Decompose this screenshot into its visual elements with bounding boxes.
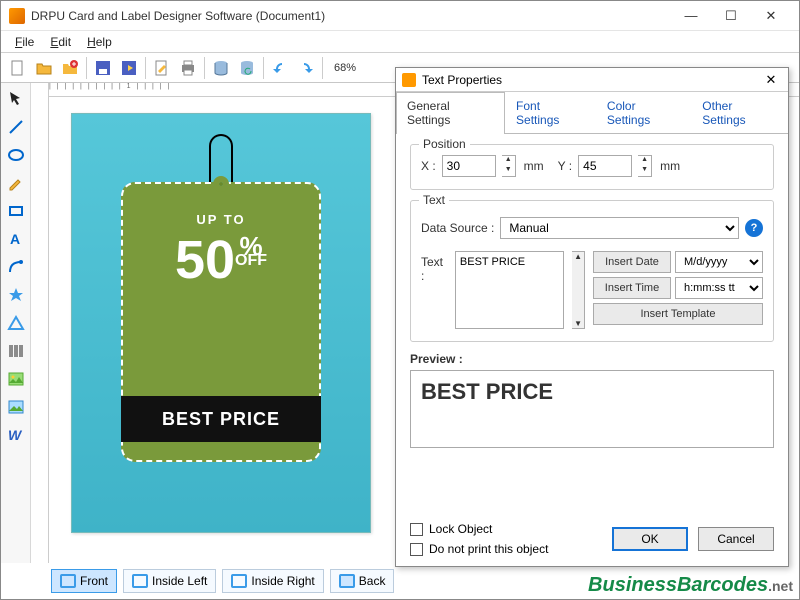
picture-tool-icon[interactable] <box>4 395 28 419</box>
rect-tool-icon[interactable] <box>4 199 28 223</box>
dialog-tabs: General Settings Font Settings Color Set… <box>396 92 788 134</box>
star-tool-icon[interactable] <box>4 283 28 307</box>
dialog-titlebar[interactable]: Text Properties ✕ <box>396 68 788 92</box>
tag-band: BEST PRICE <box>121 396 321 442</box>
pencil-tool-icon[interactable] <box>4 171 28 195</box>
undo-icon[interactable] <box>268 56 292 80</box>
y-spinner[interactable]: ▲▼ <box>638 155 652 177</box>
insert-template-button[interactable]: Insert Template <box>593 303 763 325</box>
do-not-print-checkbox[interactable]: Do not print this object <box>410 542 548 556</box>
image-tool-icon[interactable] <box>4 367 28 391</box>
page-tab-front[interactable]: Front <box>51 569 117 593</box>
text-properties-dialog: Text Properties ✕ General Settings Font … <box>395 67 789 567</box>
open-icon[interactable] <box>32 56 56 80</box>
edit-doc-icon[interactable] <box>150 56 174 80</box>
minimize-button[interactable]: — <box>671 2 711 30</box>
tab-other-settings[interactable]: Other Settings <box>691 92 788 133</box>
menu-file[interactable]: File <box>7 33 42 51</box>
database-icon[interactable] <box>209 56 233 80</box>
line-tool-icon[interactable] <box>4 115 28 139</box>
y-label: Y : <box>558 159 572 173</box>
preview-label: Preview : <box>410 352 774 366</box>
insert-date-button[interactable]: Insert Date <box>593 251 671 273</box>
text-tool-icon[interactable]: A <box>4 227 28 251</box>
left-tool-palette: A W <box>1 83 31 563</box>
page-tab-inside-right[interactable]: Inside Right <box>222 569 323 593</box>
page-tabs: Front Inside Left Inside Right Back <box>51 569 394 593</box>
tab-font-settings[interactable]: Font Settings <box>505 92 596 133</box>
position-legend: Position <box>419 137 470 151</box>
design-canvas[interactable]: UP TO 50%OFF BEST PRICE <box>71 113 371 533</box>
svg-text:A: A <box>10 231 20 247</box>
wordart-tool-icon[interactable]: W <box>4 423 28 447</box>
x-label: X : <box>421 159 436 173</box>
position-group: Position X : ▲▼ mm Y : ▲▼ mm <box>410 144 774 190</box>
print-icon[interactable] <box>176 56 200 80</box>
ok-button[interactable]: OK <box>612 527 688 551</box>
tab-general-settings[interactable]: General Settings <box>396 92 505 134</box>
arc-tool-icon[interactable] <box>4 255 28 279</box>
x-input[interactable] <box>442 155 496 177</box>
x-unit: mm <box>524 159 544 173</box>
window-titlebar: DRPU Card and Label Designer Software (D… <box>1 1 799 31</box>
time-format-select[interactable]: h:mm:ss tt <box>675 277 763 299</box>
page-tab-back[interactable]: Back <box>330 569 395 593</box>
app-icon <box>9 8 25 24</box>
preview-box: BEST PRICE <box>410 370 774 448</box>
barcode-tool-icon[interactable] <box>4 339 28 363</box>
text-group: Text Data Source : Manual ? Text : ▲▼ In… <box>410 200 774 342</box>
delete-icon[interactable] <box>58 56 82 80</box>
pointer-tool-icon[interactable] <box>4 87 28 111</box>
x-spinner[interactable]: ▲▼ <box>502 155 516 177</box>
y-unit: mm <box>660 159 680 173</box>
price-tag-graphic[interactable]: UP TO 50%OFF BEST PRICE <box>121 134 321 462</box>
help-icon[interactable]: ? <box>745 219 763 237</box>
cancel-button[interactable]: Cancel <box>698 527 774 551</box>
tag-discount-text: 50%OFF <box>137 233 305 287</box>
save-icon[interactable] <box>91 56 115 80</box>
menu-help[interactable]: Help <box>79 33 120 51</box>
watermark: BusinessBarcodes.net <box>588 574 793 597</box>
menu-edit[interactable]: Edit <box>42 33 79 51</box>
window-title: DRPU Card and Label Designer Software (D… <box>31 9 671 23</box>
textarea-scrollbar[interactable]: ▲▼ <box>572 251 585 329</box>
insert-time-button[interactable]: Insert Time <box>593 277 671 299</box>
y-input[interactable] <box>578 155 632 177</box>
text-legend: Text <box>419 193 449 207</box>
lock-object-checkbox[interactable]: Lock Object <box>410 522 548 536</box>
save-as-icon[interactable] <box>117 56 141 80</box>
tag-upto-text: UP TO <box>137 212 305 227</box>
database-refresh-icon[interactable] <box>235 56 259 80</box>
datasource-label: Data Source : <box>421 221 494 235</box>
dialog-close-button[interactable]: ✕ <box>760 72 782 88</box>
text-textarea[interactable] <box>455 251 564 329</box>
dialog-title: Text Properties <box>422 73 760 87</box>
menubar: File Edit Help <box>1 31 799 53</box>
maximize-button[interactable]: ☐ <box>711 2 751 30</box>
close-button[interactable]: ✕ <box>751 2 791 30</box>
text-label: Text : <box>421 251 447 329</box>
page-tab-inside-left[interactable]: Inside Left <box>123 569 216 593</box>
tab-color-settings[interactable]: Color Settings <box>596 92 691 133</box>
dialog-icon <box>402 73 416 87</box>
svg-text:W: W <box>8 427 23 443</box>
redo-icon[interactable] <box>294 56 318 80</box>
zoom-level[interactable]: 68% <box>330 61 360 75</box>
date-format-select[interactable]: M/d/yyyy <box>675 251 763 273</box>
vertical-ruler <box>31 83 49 563</box>
datasource-select[interactable]: Manual <box>500 217 739 239</box>
triangle-tool-icon[interactable] <box>4 311 28 335</box>
new-doc-icon[interactable] <box>6 56 30 80</box>
ellipse-tool-icon[interactable] <box>4 143 28 167</box>
